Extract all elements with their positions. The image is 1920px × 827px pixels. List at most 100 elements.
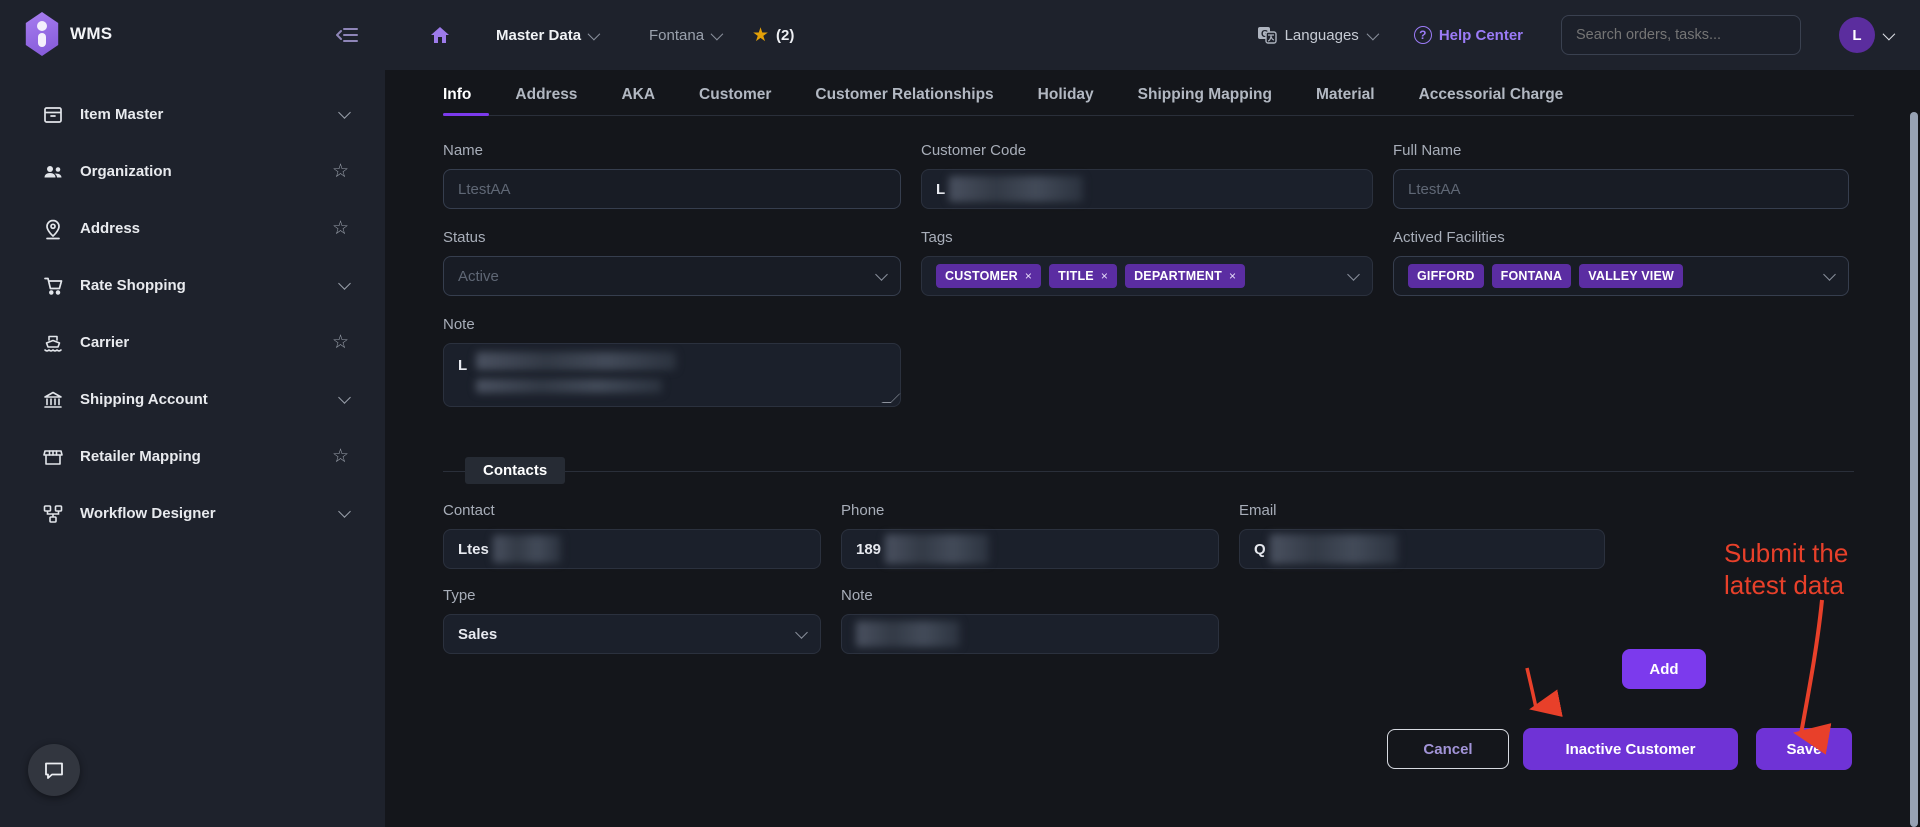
redacted-value [476,352,676,370]
chevron-down-icon [1823,268,1836,281]
tab-customer-relationships[interactable]: Customer Relationships [815,86,993,116]
save-button[interactable]: Save [1756,728,1852,770]
cart-icon [42,275,64,297]
avatar: L [1839,17,1875,53]
tab-address[interactable]: Address [515,86,577,116]
star-icon[interactable]: ☆ [332,219,349,238]
type-select[interactable]: Sales [443,614,821,654]
status-select[interactable]: Active [443,256,901,296]
box-icon [42,104,64,126]
app-title: WMS [70,24,112,44]
sidebar-item-workflow-designer[interactable]: Workflow Designer [0,485,385,542]
email-label: Email [1239,502,1605,519]
sidebar: Item Master Organization ☆ Address ☆ Rat… [0,70,385,827]
user-menu[interactable]: L [1839,17,1892,53]
close-icon[interactable]: × [1229,269,1236,283]
contact-note-input[interactable] [841,614,1219,654]
note-label: Note [443,316,1854,333]
tags-select[interactable]: CUSTOMER× TITLE× DEPARTMENT× [921,256,1373,296]
phone-input[interactable]: 189 [841,529,1219,569]
store-icon [42,446,64,468]
annotation-text: Submit the latest data [1724,538,1848,602]
facility-chip: FONTANA [1492,264,1572,288]
translate-icon: G [1257,25,1277,45]
tab-customer[interactable]: Customer [699,86,771,116]
sidebar-item-address[interactable]: Address ☆ [0,200,385,257]
actived-facilities-select[interactable]: GIFFORD FONTANA VALLEY VIEW [1393,256,1849,296]
redacted-value [949,176,1083,202]
tab-material[interactable]: Material [1316,86,1375,116]
sidebar-item-organization[interactable]: Organization ☆ [0,143,385,200]
tab-shipping-mapping[interactable]: Shipping Mapping [1138,86,1272,116]
favorites-count: (2) [776,27,794,44]
help-center-link[interactable]: ? Help Center [1414,26,1523,44]
languages-label: Languages [1285,27,1359,44]
tag-chip: TITLE× [1049,264,1117,288]
facility-chip: VALLEY VIEW [1579,264,1683,288]
tags-label: Tags [921,229,1373,246]
master-data-menu[interactable]: Master Data [496,0,597,70]
chevron-down-icon [338,106,351,119]
cancel-button[interactable]: Cancel [1387,729,1509,769]
detail-tabs: Info Address AKA Customer Customer Relat… [443,86,1854,116]
close-icon[interactable]: × [1101,269,1108,283]
chevron-down-icon [588,27,601,40]
bank-icon [42,389,64,411]
customer-code-input[interactable]: L [921,169,1373,209]
redacted-value [1270,534,1398,564]
sidebar-item-rate-shopping[interactable]: Rate Shopping [0,257,385,314]
add-button[interactable]: Add [1622,649,1706,689]
sidebar-item-shipping-account[interactable]: Shipping Account [0,371,385,428]
redacted-value [476,379,662,393]
sidebar-item-carrier[interactable]: Carrier ☆ [0,314,385,371]
tab-accessorial-charge[interactable]: Accessorial Charge [1419,86,1564,116]
full-name-label: Full Name [1393,142,1849,159]
chevron-down-icon [338,391,351,404]
chevron-down-icon [875,268,888,281]
tab-aka[interactable]: AKA [621,86,655,116]
full-name-input[interactable]: LtestAA [1393,169,1849,209]
sidebar-item-retailer-mapping[interactable]: Retailer Mapping ☆ [0,428,385,485]
star-icon[interactable]: ☆ [332,333,349,352]
customer-code-label: Customer Code [921,142,1373,159]
tag-chip: DEPARTMENT× [1125,264,1245,288]
workflow-icon [42,503,64,525]
chevron-down-icon [1347,268,1360,281]
name-input[interactable]: LtestAA [443,169,901,209]
close-icon[interactable]: × [1025,269,1032,283]
email-input[interactable]: Q [1239,529,1605,569]
actived-facilities-label: Actived Facilities [1393,229,1849,246]
chevron-down-icon [338,277,351,290]
note-textarea[interactable]: L [443,343,901,407]
chat-button[interactable] [28,744,80,796]
home-icon[interactable] [430,25,450,45]
main-content: Info Address AKA Customer Customer Relat… [385,70,1920,827]
favorites-indicator[interactable]: ★ (2) [752,0,794,70]
facility-chip: GIFFORD [1408,264,1484,288]
phone-label: Phone [841,502,1219,519]
wms-logo-icon [24,12,60,56]
contact-input[interactable]: Ltes [443,529,821,569]
tab-holiday[interactable]: Holiday [1038,86,1094,116]
facility-selector[interactable]: Fontana [649,0,720,70]
star-icon[interactable]: ☆ [332,162,349,181]
app-logo[interactable]: WMS [24,12,112,56]
map-pin-icon [42,218,64,240]
redacted-value [856,621,960,647]
sidebar-collapse-icon[interactable] [336,25,358,45]
sidebar-item-item-master[interactable]: Item Master [0,86,385,143]
tab-info[interactable]: Info [443,86,471,116]
type-label: Type [443,587,821,604]
languages-menu[interactable]: G Languages [1257,25,1376,45]
redacted-value [493,535,561,563]
question-icon: ? [1414,26,1432,44]
inactive-customer-button[interactable]: Inactive Customer [1523,728,1738,770]
chevron-down-icon [795,626,808,639]
star-icon[interactable]: ☆ [332,447,349,466]
status-label: Status [443,229,901,246]
contacts-section-title: Contacts [465,457,565,484]
global-search-input[interactable] [1561,15,1801,55]
name-label: Name [443,142,901,159]
people-icon [42,161,64,183]
scrollbar-thumb[interactable] [1910,112,1918,827]
